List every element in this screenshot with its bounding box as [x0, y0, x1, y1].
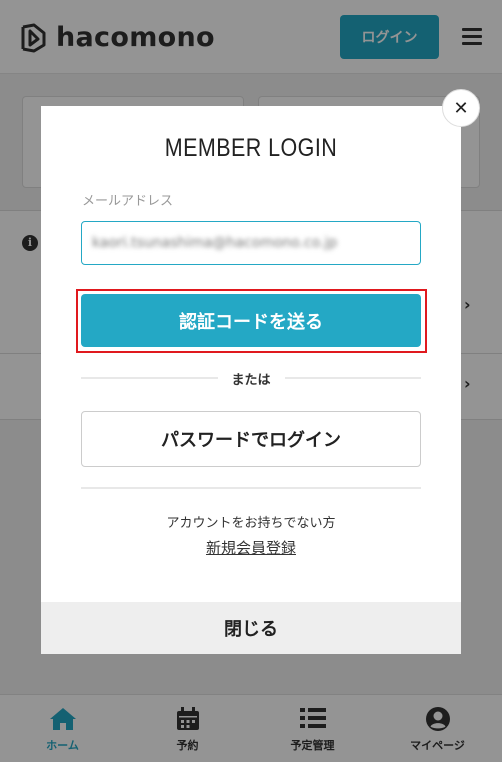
email-label: メールアドレス: [82, 194, 174, 209]
password-login-button[interactable]: パスワードでログイン: [81, 411, 421, 467]
email-value: kaori.tsunashima@hacomono.co.jp: [92, 235, 338, 251]
email-field[interactable]: kaori.tsunashima@hacomono.co.jp: [81, 221, 421, 265]
register-link-wrapper: 新規会員登録: [41, 537, 461, 558]
close-modal-button[interactable]: 閉じる: [41, 602, 461, 654]
no-account-text: アカウントをお持ちでない方: [166, 516, 336, 531]
divider: [81, 487, 421, 489]
register-link[interactable]: 新規会員登録: [206, 539, 296, 557]
modal-title: MEMBER LOGIN: [164, 134, 338, 162]
close-icon[interactable]: ✕: [442, 89, 480, 127]
send-code-button[interactable]: 認証コードを送る: [81, 294, 421, 347]
or-divider: または: [81, 368, 422, 388]
login-modal: MEMBER LOGIN メールアドレス kaori.tsunashima@ha…: [41, 106, 461, 654]
or-label: または: [231, 372, 271, 388]
